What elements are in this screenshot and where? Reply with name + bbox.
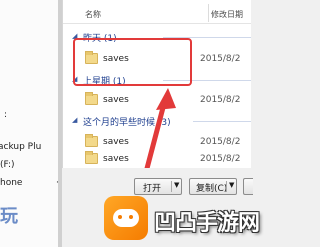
collapse-icon[interactable]: ◢ (72, 116, 77, 124)
nav-fragment-colon: : (4, 110, 8, 120)
watermark-text: 凹凸手游网 (154, 211, 260, 236)
folder-icon (85, 134, 98, 147)
nav-item-phone[interactable]: hone (0, 178, 22, 188)
column-date-modified[interactable]: 修改日期 (211, 9, 243, 20)
file-date: 2015/8/2 (200, 154, 241, 164)
watermark: 凹凸手游网 (100, 192, 260, 247)
nav-fragment-wan: 玩 (0, 206, 18, 227)
dropdown-arrow-icon[interactable]: ▼ (229, 181, 234, 189)
split-divider (226, 181, 227, 192)
folder-icon (85, 92, 98, 105)
column-name[interactable]: 名称 (85, 9, 101, 20)
column-separator[interactable] (208, 4, 209, 22)
file-date: 2015/8/2 (200, 137, 241, 147)
file-date: 2015/8/2 (200, 95, 241, 105)
gamepad-shape (113, 209, 139, 227)
navigation-pane[interactable]: : ackup Plu (F:) hone · 玩 (0, 0, 62, 247)
gamepad-button (118, 215, 122, 219)
gamepad-button (129, 215, 133, 219)
file-date: 2015/8/2 (200, 54, 241, 64)
gamepad-logo-icon (104, 196, 148, 240)
nav-item-backup-plus[interactable]: ackup Plu (0, 142, 41, 152)
group-divider (193, 121, 251, 122)
folder-icon (85, 151, 98, 164)
nav-item-drive-f[interactable]: (F:) (0, 160, 15, 170)
column-header: 名称 修改日期 (63, 0, 251, 24)
dropdown-arrow-icon[interactable]: ▼ (174, 181, 179, 189)
split-divider (171, 181, 172, 192)
